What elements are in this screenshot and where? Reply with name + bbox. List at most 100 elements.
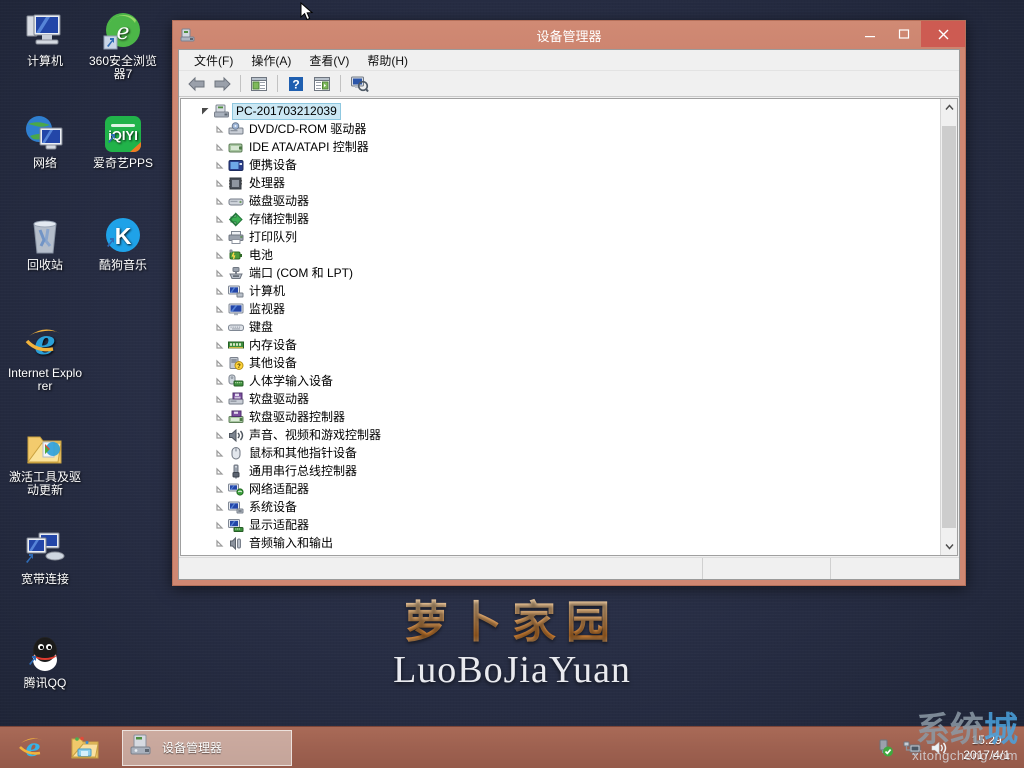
- maximize-button[interactable]: [887, 21, 921, 47]
- tree-node[interactable]: IDE ATA/ATAPI 控制器: [181, 138, 940, 156]
- forward-arrow-icon[interactable]: [210, 73, 234, 95]
- tree-node[interactable]: ? 其他设备: [181, 354, 940, 372]
- expand-arrow-icon[interactable]: [213, 500, 227, 514]
- desktop-icon-internet-explorer[interactable]: e Internet Explorer: [6, 318, 84, 393]
- tree-node[interactable]: 便携设备: [181, 156, 940, 174]
- expand-arrow-icon[interactable]: [213, 428, 227, 442]
- expand-arrow-icon[interactable]: [213, 140, 227, 154]
- scan-hardware-changes-icon[interactable]: [347, 73, 371, 95]
- expand-arrow-icon[interactable]: [213, 446, 227, 460]
- 360-browser-icon: e: [84, 6, 162, 52]
- internet-explorer-icon[interactable]: e: [18, 733, 48, 763]
- desktop-icon-broadband-connection[interactable]: 宽带连接: [6, 524, 84, 586]
- desktop-icon-computer[interactable]: 计算机: [6, 6, 84, 68]
- tree-node[interactable]: 软盘驱动器: [181, 390, 940, 408]
- menu-help[interactable]: 帮助(H): [358, 50, 417, 71]
- tree-node[interactable]: 声音、视频和游戏控制器: [181, 426, 940, 444]
- tree-node[interactable]: 内存设备: [181, 336, 940, 354]
- properties-icon[interactable]: [247, 73, 271, 95]
- tree-node[interactable]: 通用串行总线控制器: [181, 462, 940, 480]
- safely-remove-hardware-icon[interactable]: [876, 739, 894, 757]
- show-hide-console-tree-icon[interactable]: [310, 73, 334, 95]
- scroll-down-button[interactable]: [941, 538, 957, 555]
- network-tray-icon[interactable]: [903, 739, 921, 757]
- expand-arrow-icon[interactable]: [213, 464, 227, 478]
- expand-arrow-icon[interactable]: [213, 302, 227, 316]
- tree-node[interactable]: 处理器: [181, 174, 940, 192]
- tree-node-label: 音频输入和输出: [249, 535, 334, 550]
- tree-node[interactable]: 音频输入和输出: [181, 534, 940, 552]
- taskbar[interactable]: e 设备管理器 15:29 2017/4/1: [0, 726, 1024, 768]
- scrollbar-track[interactable]: [941, 116, 957, 538]
- desktop-icon-kugou-music[interactable]: K 酷狗音乐: [84, 210, 162, 272]
- tree-node[interactable]: 键盘: [181, 318, 940, 336]
- help-icon[interactable]: ?: [284, 73, 308, 95]
- expand-arrow-icon[interactable]: [213, 392, 227, 406]
- expand-arrow-icon[interactable]: [213, 482, 227, 496]
- tree-node[interactable]: 打印队列: [181, 228, 940, 246]
- expand-arrow-icon[interactable]: [213, 122, 227, 136]
- back-arrow-icon[interactable]: [184, 73, 208, 95]
- menu-action[interactable]: 操作(A): [242, 50, 300, 71]
- tree-node[interactable]: 电池: [181, 246, 940, 264]
- tree-node[interactable]: 系统设备: [181, 498, 940, 516]
- expand-arrow-icon[interactable]: [213, 320, 227, 334]
- scrollbar-thumb[interactable]: [942, 126, 956, 528]
- tree-node[interactable]: 鼠标和其他指针设备: [181, 444, 940, 462]
- taskbar-clock[interactable]: 15:29 2017/4/1: [957, 733, 1018, 763]
- window-titlebar[interactable]: 设备管理器: [173, 21, 965, 49]
- computer-icon: [6, 6, 84, 52]
- tree-node[interactable]: 显示适配器: [181, 516, 940, 534]
- other-devices-icon: ?: [227, 355, 244, 371]
- expand-arrow-icon[interactable]: [199, 104, 213, 118]
- tree-node-label: 人体学输入设备: [249, 373, 334, 388]
- expand-arrow-icon[interactable]: [213, 536, 227, 550]
- expand-arrow-icon[interactable]: [213, 194, 227, 208]
- expand-arrow-icon[interactable]: [213, 374, 227, 388]
- tree-node[interactable]: 磁盘驱动器: [181, 192, 940, 210]
- volume-tray-icon[interactable]: [930, 739, 948, 757]
- device-tree[interactable]: PC-201703212039 DVD/CD-ROM 驱动器 IDE ATA/ATA…: [181, 99, 940, 555]
- expand-arrow-icon[interactable]: [213, 176, 227, 190]
- expand-arrow-icon[interactable]: [213, 518, 227, 532]
- taskbar-button-device-manager[interactable]: 设备管理器: [122, 729, 292, 766]
- expand-arrow-icon[interactable]: [213, 212, 227, 226]
- expand-arrow-icon[interactable]: [213, 158, 227, 172]
- file-explorer-icon[interactable]: [70, 733, 100, 763]
- menu-file[interactable]: 文件(F): [185, 50, 242, 71]
- device-manager-window[interactable]: 设备管理器 文件(F) 操作(A) 查看(V) 帮助(H) ? PC-20170…: [172, 20, 966, 586]
- portable-device-icon: [227, 157, 244, 173]
- desktop-icon-activation-tools-folder[interactable]: 激活工具及驱动更新: [6, 422, 84, 497]
- tree-node-label: 处理器: [249, 175, 286, 190]
- device-tree-pane[interactable]: PC-201703212039 DVD/CD-ROM 驱动器 IDE ATA/ATA…: [180, 98, 958, 556]
- expand-arrow-icon[interactable]: [213, 230, 227, 244]
- expand-arrow-icon[interactable]: [213, 410, 227, 424]
- tree-node[interactable]: 计算机: [181, 282, 940, 300]
- tree-node[interactable]: 网络适配器: [181, 480, 940, 498]
- tree-node[interactable]: 存储控制器: [181, 210, 940, 228]
- processor-icon: [227, 175, 244, 191]
- vertical-scrollbar[interactable]: [940, 99, 957, 555]
- close-button[interactable]: [921, 21, 965, 47]
- desktop-icon-network[interactable]: 网络: [6, 108, 84, 170]
- device-manager-icon: [129, 733, 155, 762]
- expand-arrow-icon[interactable]: [213, 284, 227, 298]
- minimize-button[interactable]: [853, 21, 887, 47]
- tree-node[interactable]: 人体学输入设备: [181, 372, 940, 390]
- expand-arrow-icon[interactable]: [213, 356, 227, 370]
- tree-node[interactable]: 端口 (COM 和 LPT): [181, 264, 940, 282]
- tree-node[interactable]: DVD/CD-ROM 驱动器: [181, 120, 940, 138]
- desktop-icon-360-browser[interactable]: e 360安全浏览器7: [84, 6, 162, 81]
- desktop-icon-iqiyi-pps[interactable]: iQIYI 爱奇艺PPS: [84, 108, 162, 170]
- scroll-up-button[interactable]: [941, 99, 957, 116]
- expand-arrow-icon[interactable]: [213, 338, 227, 352]
- desktop-icon-tencent-qq[interactable]: 腾讯QQ: [6, 628, 84, 690]
- expand-arrow-icon[interactable]: [213, 248, 227, 262]
- menu-view[interactable]: 查看(V): [300, 50, 358, 71]
- expand-arrow-icon[interactable]: [213, 266, 227, 280]
- tree-node[interactable]: 监视器: [181, 300, 940, 318]
- tree-node[interactable]: 软盘驱动器控制器: [181, 408, 940, 426]
- tree-root-node[interactable]: PC-201703212039: [181, 102, 940, 120]
- print-queue-icon: [227, 229, 244, 245]
- desktop-icon-recycle-bin[interactable]: 回收站: [6, 210, 84, 272]
